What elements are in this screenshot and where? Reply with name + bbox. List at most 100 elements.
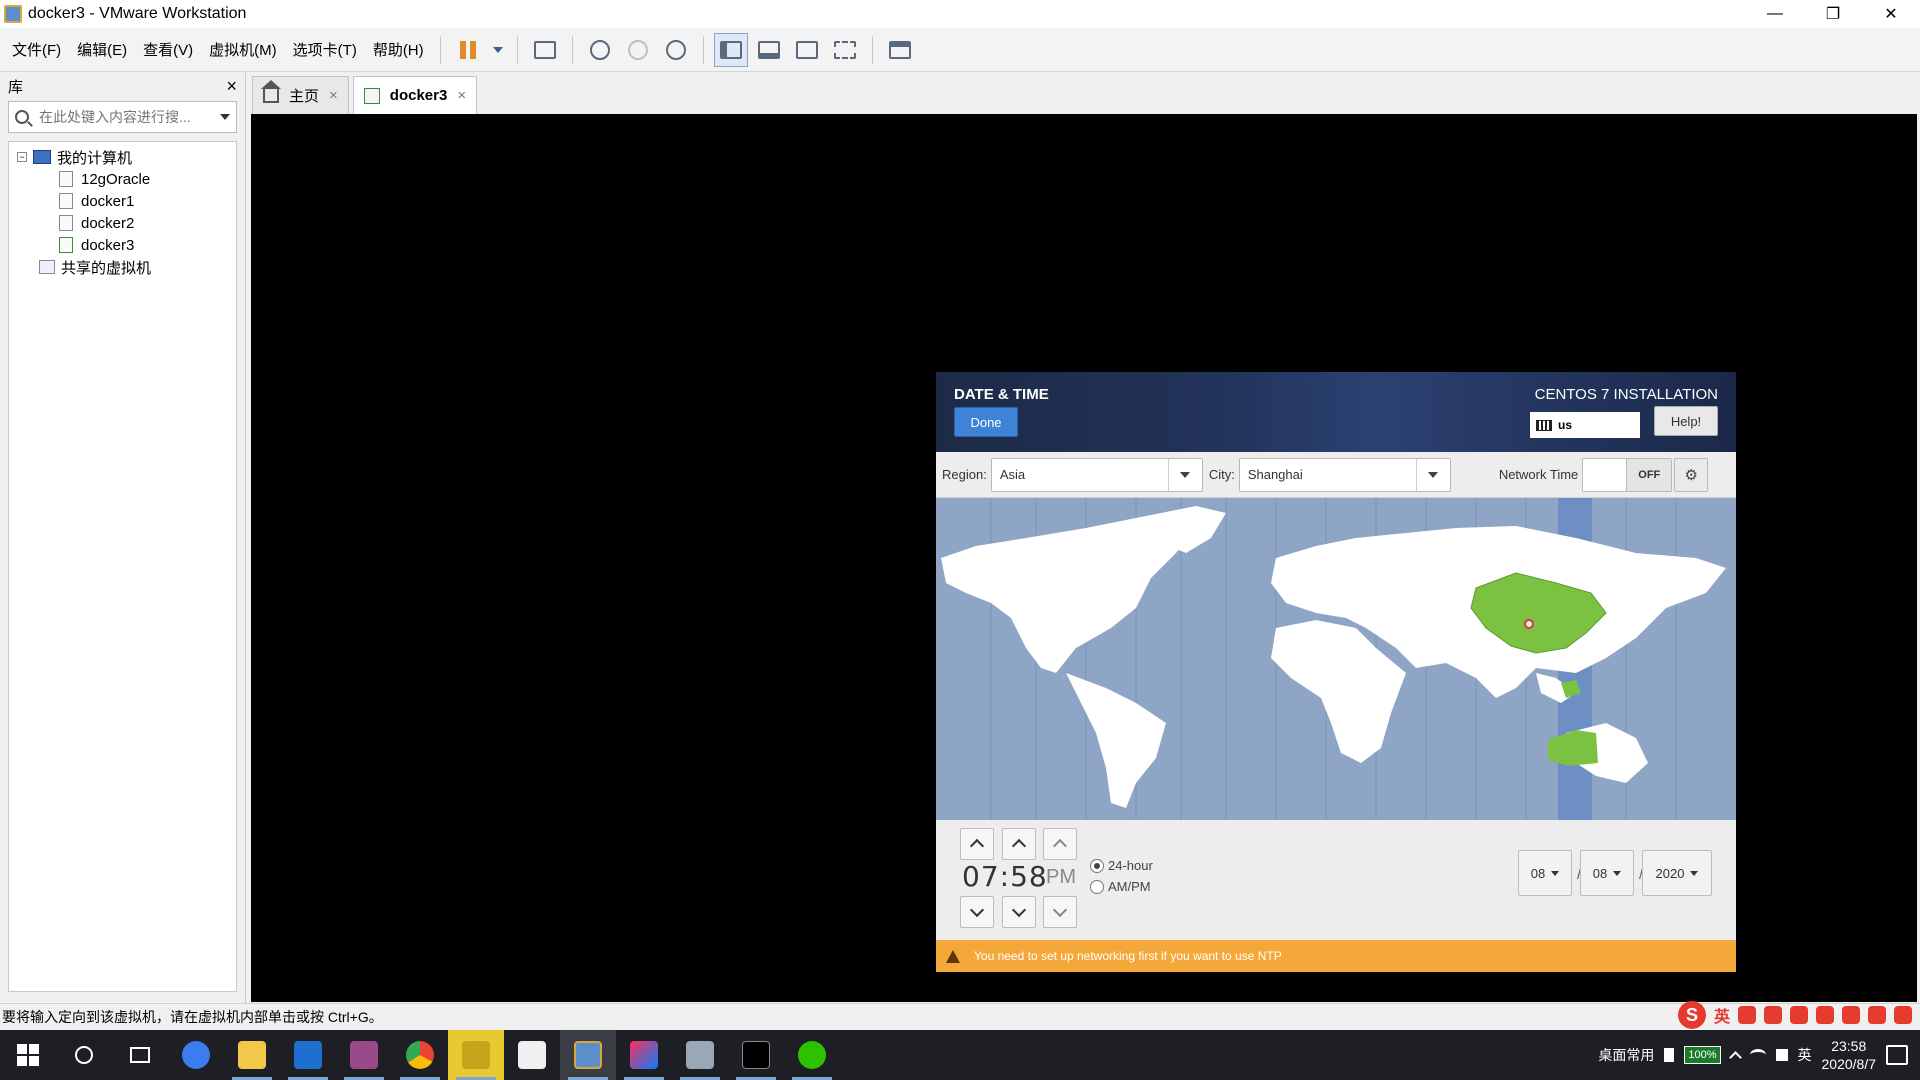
taskbar-app-chrome[interactable] [392,1030,448,1080]
thumbnail-bar-button[interactable] [752,33,786,67]
month-combo[interactable]: 08 [1518,850,1572,896]
help-button[interactable]: Help! [1654,406,1718,436]
keyboard-icon [1536,419,1552,431]
suspend-button[interactable] [451,33,485,67]
console-view-button[interactable] [883,33,917,67]
unity-button[interactable] [828,33,862,67]
taskbar-app-notes[interactable] [448,1030,504,1080]
done-button[interactable]: Done [954,407,1018,437]
library-title: 库 [8,78,24,96]
start-button[interactable] [0,1030,56,1080]
menu-file[interactable]: 文件(F) [4,28,69,72]
snapshot-manager-button[interactable] [659,33,693,67]
tree-item-vm[interactable]: 12gOracle [9,168,236,190]
tree-label: docker2 [81,214,135,232]
snapshot-button[interactable] [583,33,617,67]
taskbar-app-explorer[interactable] [224,1030,280,1080]
taskbar-app-intellij[interactable] [616,1030,672,1080]
revert-snapshot-button[interactable] [621,33,655,67]
library-search-input[interactable] [39,109,203,125]
ampm-down-button[interactable] [1043,896,1077,928]
tray-clock[interactable]: 23:58 2020/8/7 [1822,1037,1877,1073]
taskbar-app-outlook[interactable] [280,1030,336,1080]
tree-item-vm[interactable]: docker1 [9,190,236,212]
keyboard-icon[interactable] [1816,1006,1834,1024]
ampm-up-button[interactable] [1043,828,1077,860]
power-dropdown-button[interactable] [489,33,507,67]
tab-home[interactable]: 主页 × [252,76,349,114]
show-library-button[interactable] [713,32,748,67]
task-view-button[interactable] [112,1030,168,1080]
network-time-switch[interactable]: OFF [1582,457,1673,492]
full-screen-button[interactable] [790,33,824,67]
keyboard-layout-indicator[interactable]: us [1530,412,1640,438]
region-combo[interactable]: Asia [990,457,1203,492]
chevron-up-icon[interactable] [1728,1051,1742,1064]
sogou-logo-icon[interactable]: S [1677,1001,1706,1029]
close-window-button[interactable]: ✕ [1862,0,1920,28]
tab-docker3[interactable]: docker3 × [352,76,478,114]
shirt-icon[interactable] [1868,1006,1886,1024]
city-combo[interactable]: Shanghai [1238,457,1451,492]
radio-ampm[interactable] [1090,879,1104,894]
menu-vm[interactable]: 虚拟机(M) [201,28,285,72]
battery-indicator[interactable]: 100% [1684,1046,1721,1064]
vm-icon [363,87,380,104]
punctuation-icon[interactable] [1738,1006,1756,1024]
wifi-icon[interactable] [1749,1049,1766,1061]
year-combo[interactable]: 2020 [1642,850,1712,896]
taskbar-app-winrar[interactable] [336,1030,392,1080]
taskbar-app-snipaste[interactable] [672,1030,728,1080]
timezone-map[interactable] [936,498,1736,820]
menu-help[interactable]: 帮助(H) [365,28,432,72]
toolbox-icon[interactable] [1894,1006,1912,1024]
tree-item-my-computer[interactable]: − 我的计算机 [9,146,236,168]
library-search[interactable] [8,101,237,133]
send-ctrl-alt-del-button[interactable] [528,33,562,67]
tree-item-vm[interactable]: docker3 [9,234,236,256]
taskbar-app-typora[interactable] [504,1030,560,1080]
vm-console[interactable]: DATE & TIME Done CENTOS 7 INSTALLATION u… [251,114,1917,1002]
taskbar-app-vmware[interactable] [560,1030,616,1080]
collapse-toggle[interactable]: − [17,152,27,162]
skin-icon[interactable] [1842,1006,1860,1024]
minute-down-button[interactable] [1002,896,1036,928]
menu-view[interactable]: 查看(V) [135,28,201,72]
input-language[interactable]: 英 [1798,1045,1812,1065]
tree-item-shared-vms[interactable]: 共享的虚拟机 [9,256,236,278]
hour-up-button[interactable] [960,828,994,860]
home-icon [261,79,281,103]
radio-24-hour[interactable] [1090,858,1104,873]
emoji-icon[interactable] [1764,1006,1782,1024]
menu-tabs[interactable]: 选项卡(T) [285,28,365,72]
library-close-button[interactable]: × [226,76,237,97]
ntp-config-button[interactable]: ⚙ [1674,457,1709,492]
tab-close-button[interactable]: × [329,87,338,104]
tree-item-vm[interactable]: docker2 [9,212,236,234]
restore-button[interactable]: ❐ [1804,0,1862,28]
menu-edit[interactable]: 编辑(E) [69,28,135,72]
hour-down-button[interactable] [960,896,994,928]
vmware-icon [574,1041,602,1069]
microphone-icon[interactable] [1790,1006,1808,1024]
volume-icon[interactable] [1775,1049,1788,1061]
fullscreen-icon [795,40,818,59]
minimize-button[interactable]: — [1746,0,1804,28]
tab-close-button[interactable]: × [457,87,466,104]
chevron-down-icon [1690,870,1699,876]
format-ampm-option[interactable]: AM/PM [1090,879,1151,894]
city-value: Shanghai [1247,467,1303,482]
format-24-option[interactable]: 24-hour [1090,858,1153,873]
revert-icon [627,39,648,60]
taskbar-app-terminal[interactable] [728,1030,784,1080]
ime-language[interactable]: 英 [1714,1003,1730,1027]
taskbar-app-lark[interactable] [168,1030,224,1080]
notification-center-icon[interactable] [1886,1045,1908,1065]
minute-up-button[interactable] [1002,828,1036,860]
tray-toolbar-label[interactable]: 桌面常用 [1598,1045,1654,1065]
taskbar-app-wechat[interactable] [784,1030,840,1080]
warning-text: You need to set up networking first if y… [974,949,1282,963]
day-combo[interactable]: 08 [1580,850,1634,896]
search-button[interactable] [56,1030,112,1080]
chevron-down-icon[interactable] [220,114,230,120]
